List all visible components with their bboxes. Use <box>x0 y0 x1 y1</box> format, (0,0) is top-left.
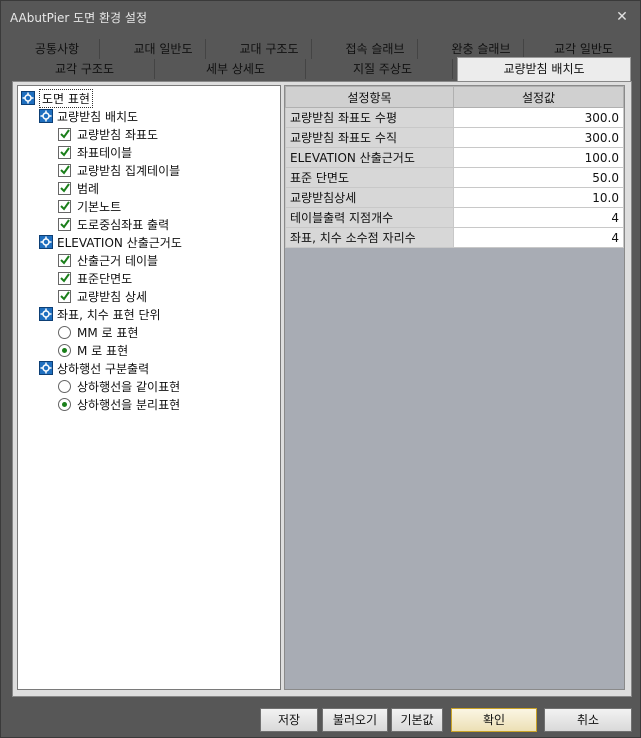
settings-grid[interactable]: 설정항목 설정값 교량받침 좌표도 수평 300.0 교량받침 좌표도 수직 300… <box>284 85 625 690</box>
tree-item[interactable]: 표준단면도 <box>58 269 132 287</box>
load-button[interactable]: 불러오기 <box>322 708 388 732</box>
tree-group-label: 좌표, 치수 표현 단위 <box>57 307 161 322</box>
row-value-cell[interactable]: 4 <box>453 227 624 248</box>
row-value-cell[interactable]: 100.0 <box>453 147 624 168</box>
checkbox-checked-icon[interactable] <box>58 217 71 231</box>
tree-item[interactable]: 교량받침 집계테이블 <box>58 161 180 179</box>
tree-item[interactable]: 산출근거 테이블 <box>58 251 158 269</box>
row-value-cell[interactable]: 50.0 <box>453 167 624 188</box>
save-button[interactable]: 저장 <box>260 708 318 732</box>
radio-option[interactable]: MM 로 표현 <box>58 323 138 341</box>
tab-bearing-layout[interactable]: 교량받침 배치도 <box>457 57 631 81</box>
row-value-cell[interactable]: 4 <box>453 207 624 228</box>
row-value-cell[interactable]: 300.0 <box>453 107 624 128</box>
table-row: 표준 단면도 50.0 <box>285 167 624 188</box>
gear-node-icon <box>21 91 35 105</box>
tab-abutment-general[interactable]: 교대 일반도 <box>121 39 206 59</box>
checkbox-checked-icon[interactable] <box>58 181 71 195</box>
option-tree[interactable]: 도면 표현 교량받침 배치도 교량받침 좌표도 좌표테이블 교량받침 집계테이블… <box>17 85 281 690</box>
gear-node-icon <box>39 109 53 123</box>
row-label: 교량받침상세 <box>285 187 454 208</box>
row-label: ELEVATION 산출근거도 <box>285 147 454 168</box>
tree-item[interactable]: 기본노트 <box>58 197 121 215</box>
radio-option[interactable]: M 로 표현 <box>58 341 128 359</box>
column-header-item: 설정항목 <box>285 86 454 108</box>
tree-group-units[interactable]: 좌표, 치수 표현 단위 <box>39 305 161 323</box>
radio-selected-icon[interactable] <box>58 397 71 411</box>
tree-item[interactable]: 교량받침 좌표도 <box>58 125 158 143</box>
checkbox-checked-icon[interactable] <box>58 271 71 285</box>
table-row: 테이블출력 지점개수 4 <box>285 207 624 228</box>
table-row: ELEVATION 산출근거도 100.0 <box>285 147 624 168</box>
settings-table: 설정항목 설정값 교량받침 좌표도 수평 300.0 교량받침 좌표도 수직 300… <box>285 86 624 248</box>
row-value-cell[interactable]: 300.0 <box>453 127 624 148</box>
tree-group-elevation[interactable]: ELEVATION 산출근거도 <box>39 233 182 251</box>
tree-group-direction[interactable]: 상하행선 구분출력 <box>39 359 149 377</box>
close-icon[interactable]: ✕ <box>612 7 632 27</box>
cancel-button[interactable]: 취소 <box>544 708 632 732</box>
radio-option[interactable]: 상하행선을 분리표현 <box>58 395 180 413</box>
radio-empty-icon[interactable] <box>58 379 71 393</box>
tree-root-label: 도면 표현 <box>39 88 93 108</box>
row-value-cell[interactable]: 10.0 <box>453 187 624 208</box>
table-row: 좌표, 치수 소수점 자리수 4 <box>285 227 624 248</box>
column-header-value: 설정값 <box>453 86 624 108</box>
tree-group-label: 교량받침 배치도 <box>57 109 139 124</box>
table-row: 교량받침상세 10.0 <box>285 187 624 208</box>
tab-abutment-structure[interactable]: 교대 구조도 <box>227 39 312 59</box>
row-label: 좌표, 치수 소수점 자리수 <box>285 227 454 248</box>
gear-node-icon <box>39 235 53 249</box>
tree-item[interactable]: 범례 <box>58 179 99 197</box>
gear-node-icon <box>39 361 53 375</box>
row-label: 교량받침 좌표도 수평 <box>285 107 454 128</box>
tree-item[interactable]: 도로중심좌표 출력 <box>58 215 169 233</box>
settings-dialog: AAbutPier 도면 환경 설정 ✕ 공통사항 교대 일반도 교대 구조도 … <box>0 0 641 738</box>
checkbox-checked-icon[interactable] <box>58 253 71 267</box>
checkbox-checked-icon[interactable] <box>58 289 71 303</box>
radio-selected-icon[interactable] <box>58 343 71 357</box>
gear-node-icon <box>39 307 53 321</box>
tree-group-label: ELEVATION 산출근거도 <box>57 235 182 250</box>
tab-common[interactable]: 공통사항 <box>15 39 100 59</box>
table-row: 교량받침 좌표도 수직 300.0 <box>285 127 624 148</box>
checkbox-checked-icon[interactable] <box>58 127 71 141</box>
tab-geologic-log[interactable]: 지질 주상도 <box>313 59 453 79</box>
default-button[interactable]: 기본값 <box>391 708 443 732</box>
tab-detail[interactable]: 세부 상세도 <box>166 59 306 79</box>
ok-button[interactable]: 확인 <box>451 708 537 732</box>
table-row: 교량받침 좌표도 수평 300.0 <box>285 107 624 128</box>
title-bar[interactable]: AAbutPier 도면 환경 설정 ✕ <box>1 1 640 33</box>
tree-group-label: 상하행선 구분출력 <box>57 361 150 376</box>
checkbox-checked-icon[interactable] <box>58 199 71 213</box>
checkbox-checked-icon[interactable] <box>58 145 71 159</box>
tab-buffer-slab[interactable]: 완충 슬래브 <box>439 39 524 59</box>
tree-root[interactable]: 도면 표현 <box>21 88 93 108</box>
tab-pier-general[interactable]: 교각 일반도 <box>541 39 626 59</box>
checkbox-checked-icon[interactable] <box>58 163 71 177</box>
row-label: 테이블출력 지점개수 <box>285 207 454 228</box>
tree-group-bearing-layout[interactable]: 교량받침 배치도 <box>39 107 138 125</box>
tab-pier-structure[interactable]: 교각 구조도 <box>15 59 155 79</box>
row-label: 교량받침 좌표도 수직 <box>285 127 454 148</box>
window-title: AAbutPier 도면 환경 설정 <box>10 11 147 25</box>
row-label: 표준 단면도 <box>285 167 454 188</box>
radio-option[interactable]: 상하행선을 같이표현 <box>58 377 180 395</box>
radio-empty-icon[interactable] <box>58 325 71 339</box>
tree-item[interactable]: 좌표테이블 <box>58 143 132 161</box>
tree-item[interactable]: 교량받침 상세 <box>58 287 147 305</box>
tab-approach-slab[interactable]: 접속 슬래브 <box>333 39 418 59</box>
